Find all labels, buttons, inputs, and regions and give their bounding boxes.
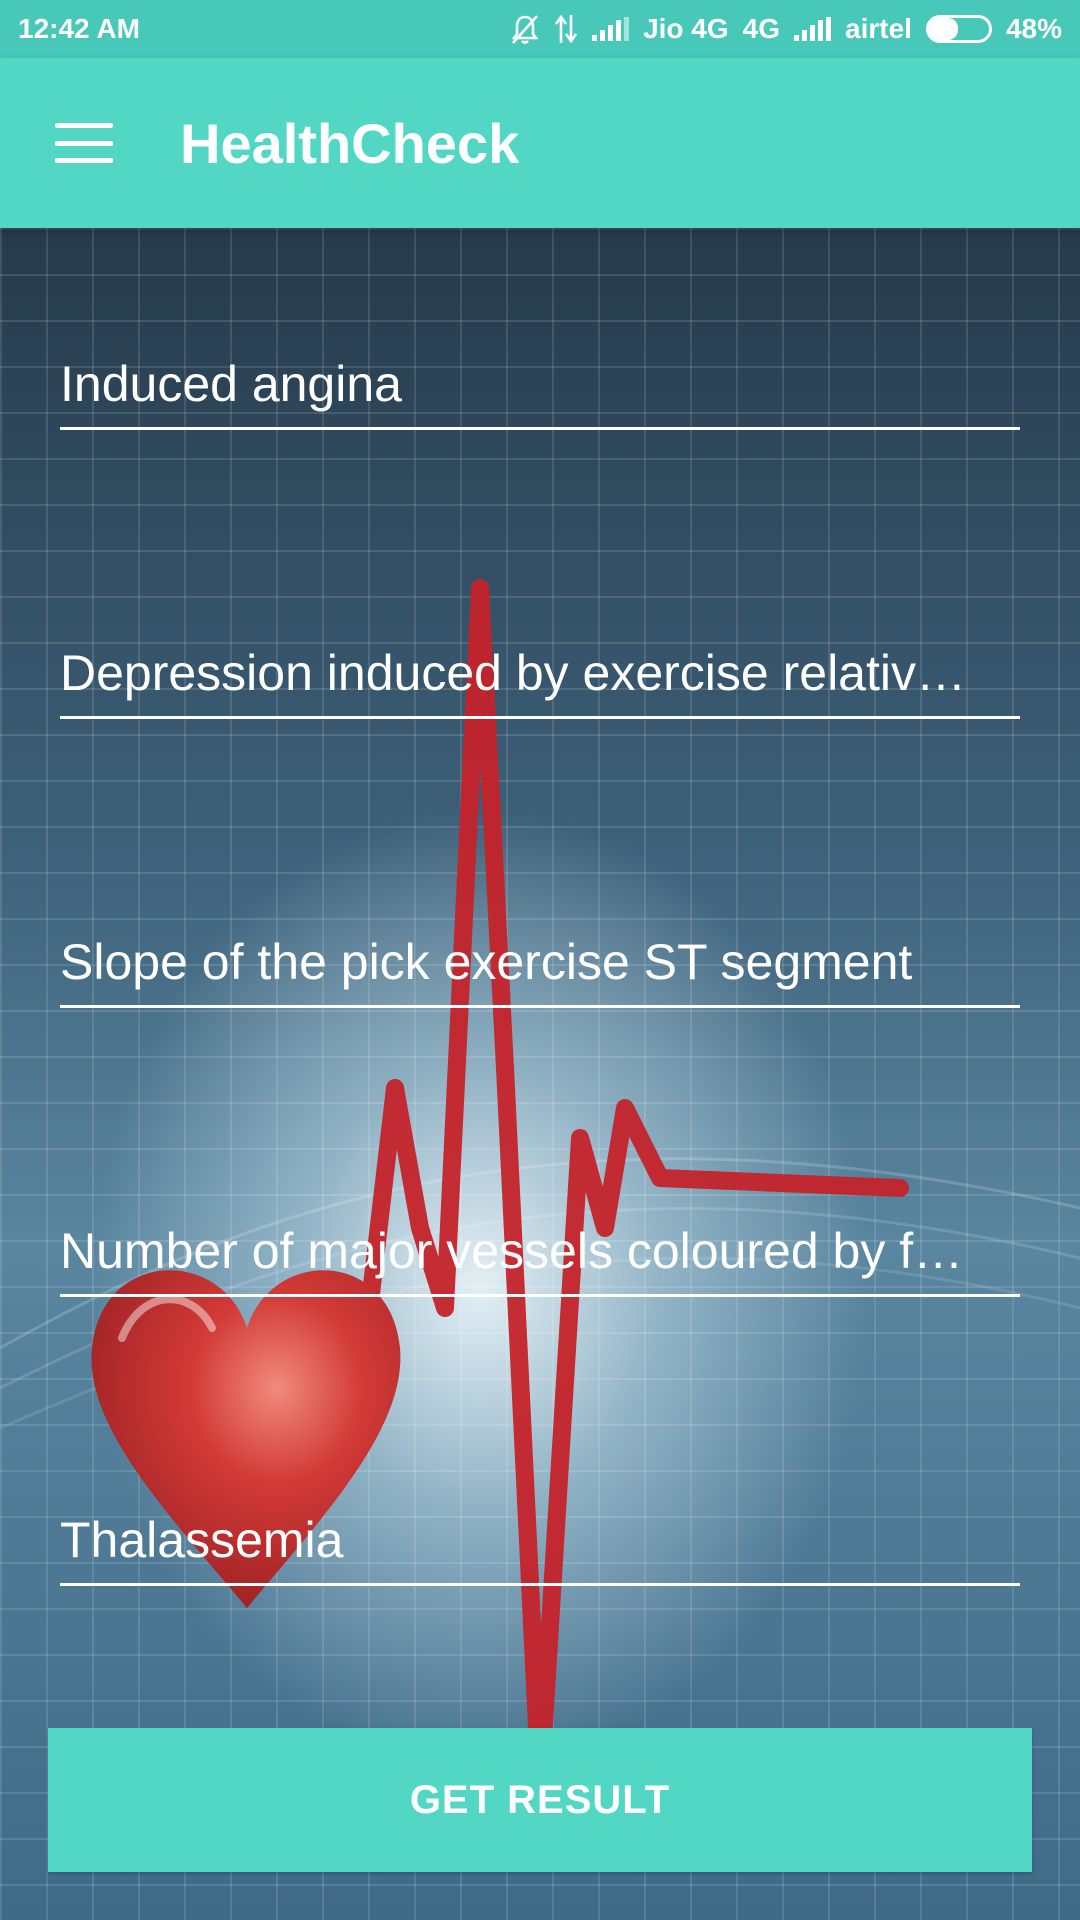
battery-icon bbox=[925, 15, 992, 43]
st-segment-slope-field[interactable]: Slope of the pick exercise ST segment bbox=[60, 918, 1020, 1008]
major-vessels-field[interactable]: Number of major vessels coloured by f… bbox=[60, 1207, 1020, 1297]
signal-icon bbox=[592, 17, 630, 41]
get-result-button[interactable]: GET RESULT bbox=[48, 1728, 1032, 1872]
status-bar: 12:42 AM Jio 4G 4G airtel 48% bbox=[0, 0, 1080, 58]
screen: 12:42 AM Jio 4G 4G airtel 48% HealthChec… bbox=[0, 0, 1080, 1920]
app-title: HealthCheck bbox=[180, 111, 520, 175]
induced-angina-field[interactable]: Induced angina bbox=[60, 340, 1020, 430]
thalassemia-field[interactable]: Thalassemia bbox=[60, 1496, 1020, 1586]
field-placeholder: Slope of the pick exercise ST segment bbox=[60, 934, 913, 990]
battery-fill bbox=[928, 18, 958, 40]
data-transfer-icon bbox=[555, 14, 578, 44]
depression-exercise-field[interactable]: Depression induced by exercise relativ… bbox=[60, 629, 1020, 719]
ecg-wave-decoration bbox=[0, 579, 1080, 1797]
app-bar: HealthCheck bbox=[0, 58, 1080, 228]
signal-icon bbox=[794, 17, 832, 41]
battery-percent: 48% bbox=[1005, 13, 1062, 44]
carrier2-label: airtel bbox=[845, 13, 912, 44]
hamburger-menu-icon[interactable] bbox=[24, 83, 144, 203]
carrier1-label: Jio 4G bbox=[643, 13, 729, 44]
network-type-label: 4G bbox=[742, 13, 781, 44]
status-icons: Jio 4G 4G airtel 48% bbox=[510, 13, 1062, 45]
status-time: 12:42 AM bbox=[18, 13, 140, 44]
field-placeholder: Depression induced by exercise relativ… bbox=[60, 645, 966, 701]
field-placeholder: Number of major vessels coloured by f… bbox=[60, 1223, 964, 1279]
background-image bbox=[0, 228, 1080, 1920]
bell-off-icon bbox=[511, 15, 539, 44]
field-placeholder: Induced angina bbox=[60, 356, 402, 412]
field-placeholder: Thalassemia bbox=[60, 1512, 344, 1568]
